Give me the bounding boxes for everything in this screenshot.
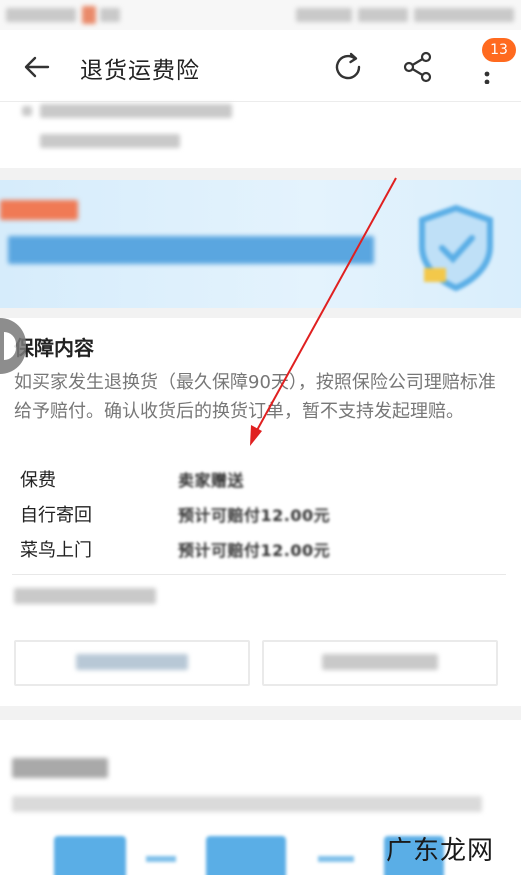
share-icon[interactable]	[401, 50, 435, 84]
coverage-footnote	[14, 588, 156, 604]
order-info-dot	[22, 106, 32, 116]
status-bar	[0, 0, 521, 30]
notification-badge: 13	[482, 38, 516, 62]
refresh-icon[interactable]	[331, 50, 365, 84]
row-value-self-return: 预计可赔付12.00元	[178, 506, 331, 525]
right-action-label	[322, 654, 438, 670]
row-label-pickup: 菜鸟上门	[20, 540, 92, 561]
process-step-2	[206, 836, 286, 875]
left-action-label	[76, 654, 188, 670]
row-value-pickup: 预计可赔付12.00元	[178, 541, 331, 560]
app-bar: 退货运费险 13	[0, 30, 521, 102]
promo-banner[interactable]	[0, 180, 521, 308]
watermark: 广东龙网	[386, 836, 495, 866]
process-title	[12, 758, 108, 778]
process-connector-2	[318, 856, 354, 862]
banner-tag	[0, 200, 78, 220]
process-step-1	[54, 836, 126, 875]
page-title: 退货运费险	[80, 58, 200, 84]
left-action-button[interactable]	[14, 640, 250, 686]
back-arrow-icon[interactable]	[22, 52, 52, 82]
coverage-description: 如买家发生退换货（最久保障90天），按照保险公司理赔标准给予赔付。确认收货后的换…	[14, 372, 496, 422]
status-time-battery	[414, 8, 514, 22]
process-connector-1	[146, 856, 176, 862]
status-carrier	[6, 8, 76, 22]
order-info-date	[40, 134, 180, 148]
right-action-button[interactable]	[262, 640, 498, 686]
divider	[12, 574, 506, 575]
status-icon	[100, 8, 120, 22]
status-signal-icon	[358, 8, 408, 22]
row-label-self-return: 自行寄回	[20, 505, 92, 526]
status-notification-icon	[82, 6, 96, 24]
coverage-title: 保障内容	[14, 336, 94, 360]
coverage-card: 保障内容 如买家发生退换货（最久保障90天），按照保险公司理赔标准给予赔付。确认…	[0, 318, 521, 706]
shield-icon	[419, 204, 493, 292]
row-label-premium: 保费	[20, 470, 56, 491]
banner-headline	[8, 236, 374, 264]
row-value-premium: 卖家赠送	[178, 471, 245, 490]
status-speed	[296, 8, 352, 22]
order-info-card	[0, 102, 521, 168]
order-info-line	[40, 104, 232, 118]
process-description	[12, 796, 482, 812]
